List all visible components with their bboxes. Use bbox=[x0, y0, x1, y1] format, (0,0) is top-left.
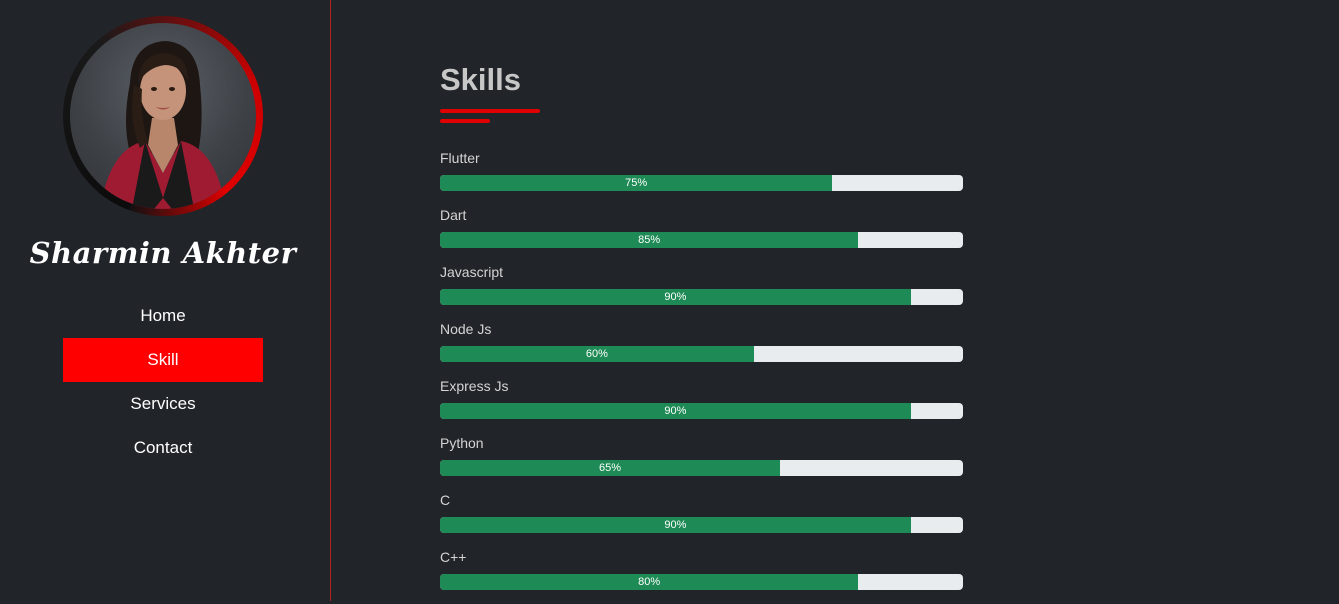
progress-fill: 85% bbox=[440, 232, 859, 248]
skill-item: Node Js 60% bbox=[440, 319, 963, 376]
progress-track: 85% bbox=[440, 232, 963, 248]
skill-name: Node Js bbox=[440, 321, 492, 337]
skill-name: Javascript bbox=[440, 264, 504, 280]
skill-item: Javascript 90% bbox=[440, 262, 963, 319]
progress-fill: 60% bbox=[440, 346, 754, 362]
skill-name: Flutter bbox=[440, 150, 480, 166]
progress-fill: 90% bbox=[440, 289, 911, 305]
avatar-ring bbox=[63, 16, 263, 216]
skill-name: Dart bbox=[440, 207, 467, 223]
title-underline-long bbox=[440, 109, 540, 113]
section-title: Skills bbox=[440, 62, 521, 97]
progress-track: 60% bbox=[440, 346, 963, 362]
progress-track: 65% bbox=[440, 460, 963, 476]
nav-item-skill[interactable]: Skill bbox=[63, 338, 263, 382]
progress-track: 90% bbox=[440, 289, 963, 305]
progress-track: 90% bbox=[440, 517, 963, 533]
progress-fill: 90% bbox=[440, 403, 911, 419]
skill-name: Python bbox=[440, 435, 484, 451]
skill-name: C++ bbox=[440, 549, 467, 565]
skill-item: Express Js 90% bbox=[440, 376, 963, 433]
nav-item-services[interactable]: Services bbox=[63, 382, 263, 426]
skill-item: Python 65% bbox=[440, 433, 963, 490]
profile-name: Sharmin Akhter bbox=[29, 236, 297, 270]
progress-track: 80% bbox=[440, 574, 963, 590]
progress-fill: 75% bbox=[440, 175, 833, 191]
skill-item: Dart 85% bbox=[440, 205, 963, 262]
sidebar: Sharmin Akhter Home Skill Services Conta… bbox=[0, 0, 331, 601]
avatar-portrait-image bbox=[100, 41, 226, 209]
skills-list: Flutter 75% Dart 85% Javascript 90% Node… bbox=[440, 148, 963, 604]
nav-item-home[interactable]: Home bbox=[63, 294, 263, 338]
title-underline-short bbox=[440, 119, 490, 123]
main-nav: Home Skill Services Contact bbox=[63, 294, 263, 470]
skill-name: C bbox=[440, 492, 451, 508]
skill-item: C++ 80% bbox=[440, 547, 963, 604]
skill-name: Express Js bbox=[440, 378, 509, 394]
skill-item: C 90% bbox=[440, 490, 963, 547]
avatar bbox=[70, 23, 256, 209]
progress-track: 75% bbox=[440, 175, 963, 191]
progress-fill: 80% bbox=[440, 574, 859, 590]
skill-item: Flutter 75% bbox=[440, 148, 963, 205]
progress-fill: 65% bbox=[440, 460, 780, 476]
nav-item-contact[interactable]: Contact bbox=[63, 426, 263, 470]
progress-fill: 90% bbox=[440, 517, 911, 533]
progress-track: 90% bbox=[440, 403, 963, 419]
